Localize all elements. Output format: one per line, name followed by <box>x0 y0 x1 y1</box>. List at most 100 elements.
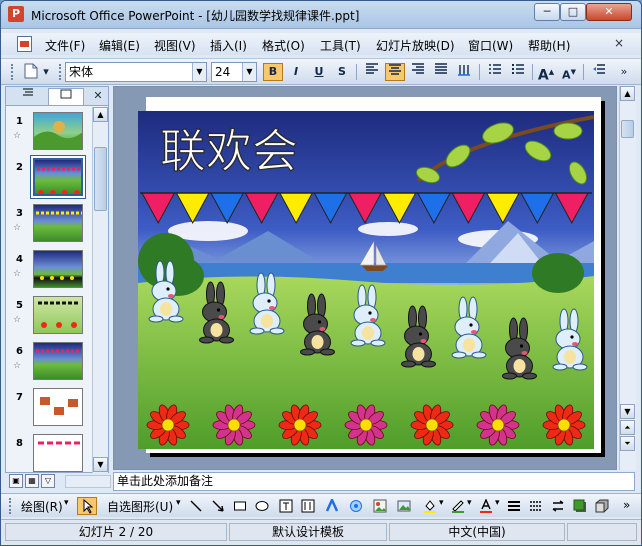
menu-view[interactable]: 视图(V) <box>154 37 196 54</box>
slide-thumbnail[interactable]: 4 ☆ <box>6 247 92 293</box>
slide-thumbnail[interactable]: 7 <box>6 385 92 431</box>
shadow-button[interactable]: S <box>332 63 352 81</box>
wordart-icon[interactable] <box>325 499 339 513</box>
slide-thumbnail-selected[interactable]: 2 <box>6 155 92 201</box>
chevron-down-icon[interactable]: ▾ <box>439 498 444 508</box>
menu-edit[interactable]: 编辑(E) <box>99 37 140 54</box>
slide-sorter-icon[interactable]: ▦ <box>25 474 39 488</box>
toolbar-grip[interactable] <box>59 64 62 80</box>
vertical-text-icon[interactable] <box>454 63 474 81</box>
menu-format[interactable]: 格式(O) <box>262 37 305 54</box>
slide-thumbnail[interactable]: 3 ☆ <box>6 201 92 247</box>
chevron-down-icon[interactable]: ▾ <box>495 498 500 508</box>
bulleted-list-icon[interactable] <box>508 63 528 81</box>
slide-canvas[interactable]: 联欢会 <box>138 111 594 449</box>
chevron-down-icon[interactable]: ▾ <box>64 498 69 508</box>
slide-thumbnail[interactable]: 1 ☆ <box>6 109 92 155</box>
close-document-icon[interactable]: × <box>614 36 624 50</box>
italic-button[interactable]: I <box>286 63 306 81</box>
maximize-button[interactable]: □ <box>560 3 586 21</box>
arrow-style-icon[interactable] <box>551 499 565 513</box>
slides-tab[interactable] <box>48 88 84 105</box>
thumbnail-scrollbar[interactable]: ▲ ▼ <box>92 107 108 473</box>
chevron-down-icon[interactable]: ▾ <box>176 498 181 508</box>
powerpoint-app-icon[interactable]: P <box>8 6 24 22</box>
menu-help[interactable]: 帮助(H) <box>528 37 570 54</box>
horizontal-scrollbar[interactable] <box>65 475 111 488</box>
menu-file[interactable]: 文件(F) <box>45 37 85 54</box>
chevron-down-icon[interactable]: ▼ <box>192 63 206 81</box>
line-tool-icon[interactable] <box>189 499 203 513</box>
font-color-icon[interactable] <box>479 499 493 513</box>
outline-tab[interactable] <box>10 88 46 105</box>
textbox-tool-icon[interactable] <box>279 499 293 513</box>
menu-slideshow[interactable]: 幻灯片放映(D) <box>376 37 455 54</box>
font-size-combo[interactable]: 24 ▼ <box>211 62 257 82</box>
diagram-icon[interactable] <box>349 499 363 513</box>
close-panel-icon[interactable]: ✕ <box>90 88 106 105</box>
line-style-icon[interactable] <box>507 499 521 513</box>
insert-picture-icon[interactable] <box>397 499 411 513</box>
slide-scrollbar[interactable]: ▲ ▼ ⏶ ⏷ <box>619 86 636 470</box>
notes-pane[interactable]: 单击此处添加备注 <box>113 472 635 491</box>
title-bar[interactable]: P Microsoft Office PowerPoint - [幼儿园数学找规… <box>1 1 641 29</box>
slide-thumbnail[interactable]: 5 ☆ <box>6 293 92 339</box>
shadow-style-icon[interactable] <box>573 499 587 513</box>
align-right-icon[interactable] <box>408 63 428 81</box>
new-document-icon[interactable] <box>21 63 41 81</box>
autoshapes-menu-button[interactable]: 自选图形(U) <box>107 498 173 515</box>
align-left-icon[interactable] <box>362 63 382 81</box>
fill-color-icon[interactable] <box>423 499 437 513</box>
slide-thumbnail[interactable]: 6 ☆ <box>6 339 92 385</box>
minimize-button[interactable]: ─ <box>534 3 560 21</box>
slide-editing-area[interactable]: 联欢会 <box>113 86 617 470</box>
line-color-icon[interactable] <box>451 499 465 513</box>
toolbar-options-icon[interactable]: » <box>623 498 630 512</box>
scroll-down-icon[interactable]: ▼ <box>620 404 635 419</box>
3d-style-icon[interactable] <box>595 499 609 513</box>
menu-tools[interactable]: 工具(T) <box>320 37 361 54</box>
toolbar-dropdown-icon[interactable]: ▾ <box>41 63 51 81</box>
rectangle-tool-icon[interactable] <box>233 499 247 513</box>
toolbar-grip[interactable] <box>11 64 14 80</box>
toolbar-grip[interactable] <box>9 498 12 514</box>
align-center-icon[interactable] <box>385 63 405 81</box>
close-button[interactable]: ✕ <box>586 3 632 21</box>
scrollbar-thumb[interactable] <box>621 120 634 138</box>
slideshow-view-icon[interactable]: ▽ <box>41 474 55 488</box>
bold-button[interactable]: B <box>263 63 283 81</box>
next-slide-icon[interactable]: ⏷ <box>620 436 635 451</box>
slide-title[interactable]: 联欢会 <box>159 125 298 177</box>
oval-tool-icon[interactable] <box>255 499 269 513</box>
draw-menu-button[interactable]: 绘图(R) <box>21 498 63 515</box>
menu-bar: 文件(F) 编辑(E) 视图(V) 插入(I) 格式(O) 工具(T) 幻灯片放… <box>1 33 641 55</box>
slide-thumbnail[interactable]: 8 <box>6 431 92 473</box>
select-pointer-icon[interactable] <box>77 497 97 515</box>
arrow-tool-icon[interactable] <box>211 499 225 513</box>
chevron-down-icon[interactable]: ▾ <box>467 498 472 508</box>
menu-insert[interactable]: 插入(I) <box>210 37 247 54</box>
chevron-down-icon[interactable]: ▼ <box>242 63 256 81</box>
slide-thumbnail-list: 1 ☆ 2 3 ☆ 4 ☆ 5 ☆ 6 ☆ 7 8 <box>6 107 92 473</box>
toolbar-options-icon[interactable]: » <box>618 63 630 81</box>
underline-button[interactable]: U <box>309 63 329 81</box>
distribute-align-icon[interactable] <box>431 63 451 81</box>
scroll-up-icon[interactable]: ▲ <box>620 86 635 101</box>
design-template-status[interactable]: 默认设计模板 <box>229 523 387 541</box>
notes-placeholder: 单击此处添加备注 <box>117 474 214 488</box>
font-name-combo[interactable]: 宋体 ▼ <box>65 62 207 82</box>
dash-style-icon[interactable] <box>529 499 543 513</box>
numbered-list-icon[interactable] <box>485 63 505 81</box>
scroll-up-icon[interactable]: ▲ <box>93 107 108 122</box>
vertical-textbox-icon[interactable] <box>301 499 315 513</box>
menu-window[interactable]: 窗口(W) <box>468 37 513 54</box>
shrink-font-button[interactable]: A▼ <box>559 63 579 82</box>
clip-art-icon[interactable] <box>373 499 387 513</box>
scrollbar-thumb[interactable] <box>94 147 107 211</box>
document-icon[interactable] <box>17 36 32 52</box>
scroll-down-icon[interactable]: ▼ <box>93 457 108 472</box>
normal-view-icon[interactable]: ▣ <box>9 474 23 488</box>
grow-font-button[interactable]: A▲ <box>536 63 556 84</box>
previous-slide-icon[interactable]: ⏶ <box>620 420 635 435</box>
decrease-indent-icon[interactable] <box>589 63 609 81</box>
